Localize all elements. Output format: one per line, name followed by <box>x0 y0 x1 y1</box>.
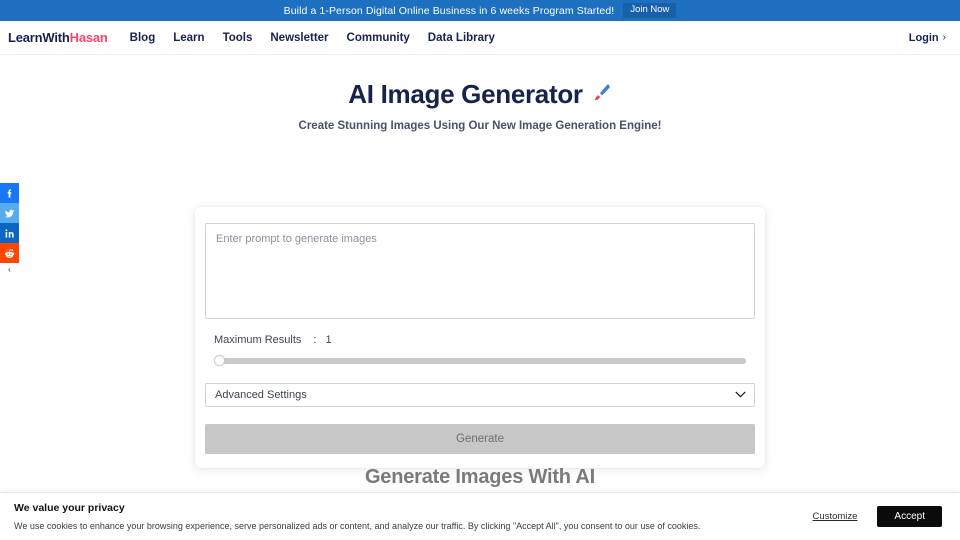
login-button[interactable]: Login › <box>909 32 946 44</box>
reddit-icon[interactable] <box>0 243 19 263</box>
nav-item-newsletter[interactable]: Newsletter <box>270 32 328 44</box>
page-title: AI Image Generator <box>0 79 960 110</box>
promo-text: Build a 1-Person Digital Online Business… <box>283 4 615 17</box>
slider-track <box>220 358 746 364</box>
logo-text-primary: LearnWith <box>8 30 70 45</box>
nav-item-tools[interactable]: Tools <box>223 32 253 44</box>
max-results-value: 1 <box>325 334 332 346</box>
cookie-body: We use cookies to enhance your browsing … <box>14 521 701 531</box>
max-results-label: Maximum Results <box>214 334 302 346</box>
max-results-row: Maximum Results : 1 <box>214 334 755 346</box>
join-now-button[interactable]: Join Now <box>623 2 677 19</box>
nav-item-community[interactable]: Community <box>347 32 410 44</box>
nav-item-learn[interactable]: Learn <box>173 32 204 44</box>
page-root: Build a 1-Person Digital Online Business… <box>0 0 960 540</box>
generator-card: Maximum Results : 1 Advanced Settings Ge… <box>195 207 765 468</box>
generate-button[interactable]: Generate <box>205 424 755 454</box>
facebook-icon[interactable] <box>0 183 19 203</box>
twitter-icon[interactable] <box>0 203 19 223</box>
accept-cookies-button[interactable]: Accept <box>877 506 942 527</box>
login-label: Login <box>908 31 939 44</box>
nav-item-data-library[interactable]: Data Library <box>428 32 495 44</box>
cookie-consent-banner: We value your privacy We use cookies to … <box>0 492 960 540</box>
cookie-texts: We value your privacy We use cookies to … <box>14 502 700 531</box>
nav-item-blog[interactable]: Blog <box>130 32 156 44</box>
linkedin-icon[interactable] <box>0 223 19 243</box>
cookie-actions: Customize Accept <box>813 506 942 527</box>
customize-cookies-link[interactable]: Customize <box>813 511 858 522</box>
social-share-rail: ‹ <box>0 183 20 275</box>
cookie-title: We value your privacy <box>14 502 125 514</box>
advanced-settings-select[interactable]: Advanced Settings <box>205 383 755 407</box>
chevron-down-icon <box>735 389 746 401</box>
prompt-input[interactable] <box>205 223 755 319</box>
advanced-settings-label: Advanced Settings <box>215 389 307 401</box>
promo-banner: Build a 1-Person Digital Online Business… <box>0 0 960 21</box>
site-logo[interactable]: LearnWithHasan <box>8 30 108 45</box>
max-results-separator: : <box>313 334 317 346</box>
chevron-right-icon: › <box>942 32 946 43</box>
logo-text-accent: Hasan <box>69 30 108 45</box>
main-navbar: LearnWithHasan Blog Learn Tools Newslett… <box>0 21 960 55</box>
section-heading: Generate Images With AI <box>364 466 596 488</box>
collapse-rail-icon[interactable]: ‹ <box>0 263 19 275</box>
paintbrush-icon <box>592 83 612 107</box>
nav-right: Login › <box>909 32 946 44</box>
page-title-text: AI Image Generator <box>348 79 583 109</box>
max-results-slider[interactable] <box>214 355 746 366</box>
page-subtitle: Create Stunning Images Using Our New Ima… <box>298 120 662 132</box>
page-content: AI Image Generator Create Stunning Image… <box>0 79 960 540</box>
slider-thumb[interactable] <box>214 355 225 366</box>
nav-links: Blog Learn Tools Newsletter Community Da… <box>130 32 495 44</box>
